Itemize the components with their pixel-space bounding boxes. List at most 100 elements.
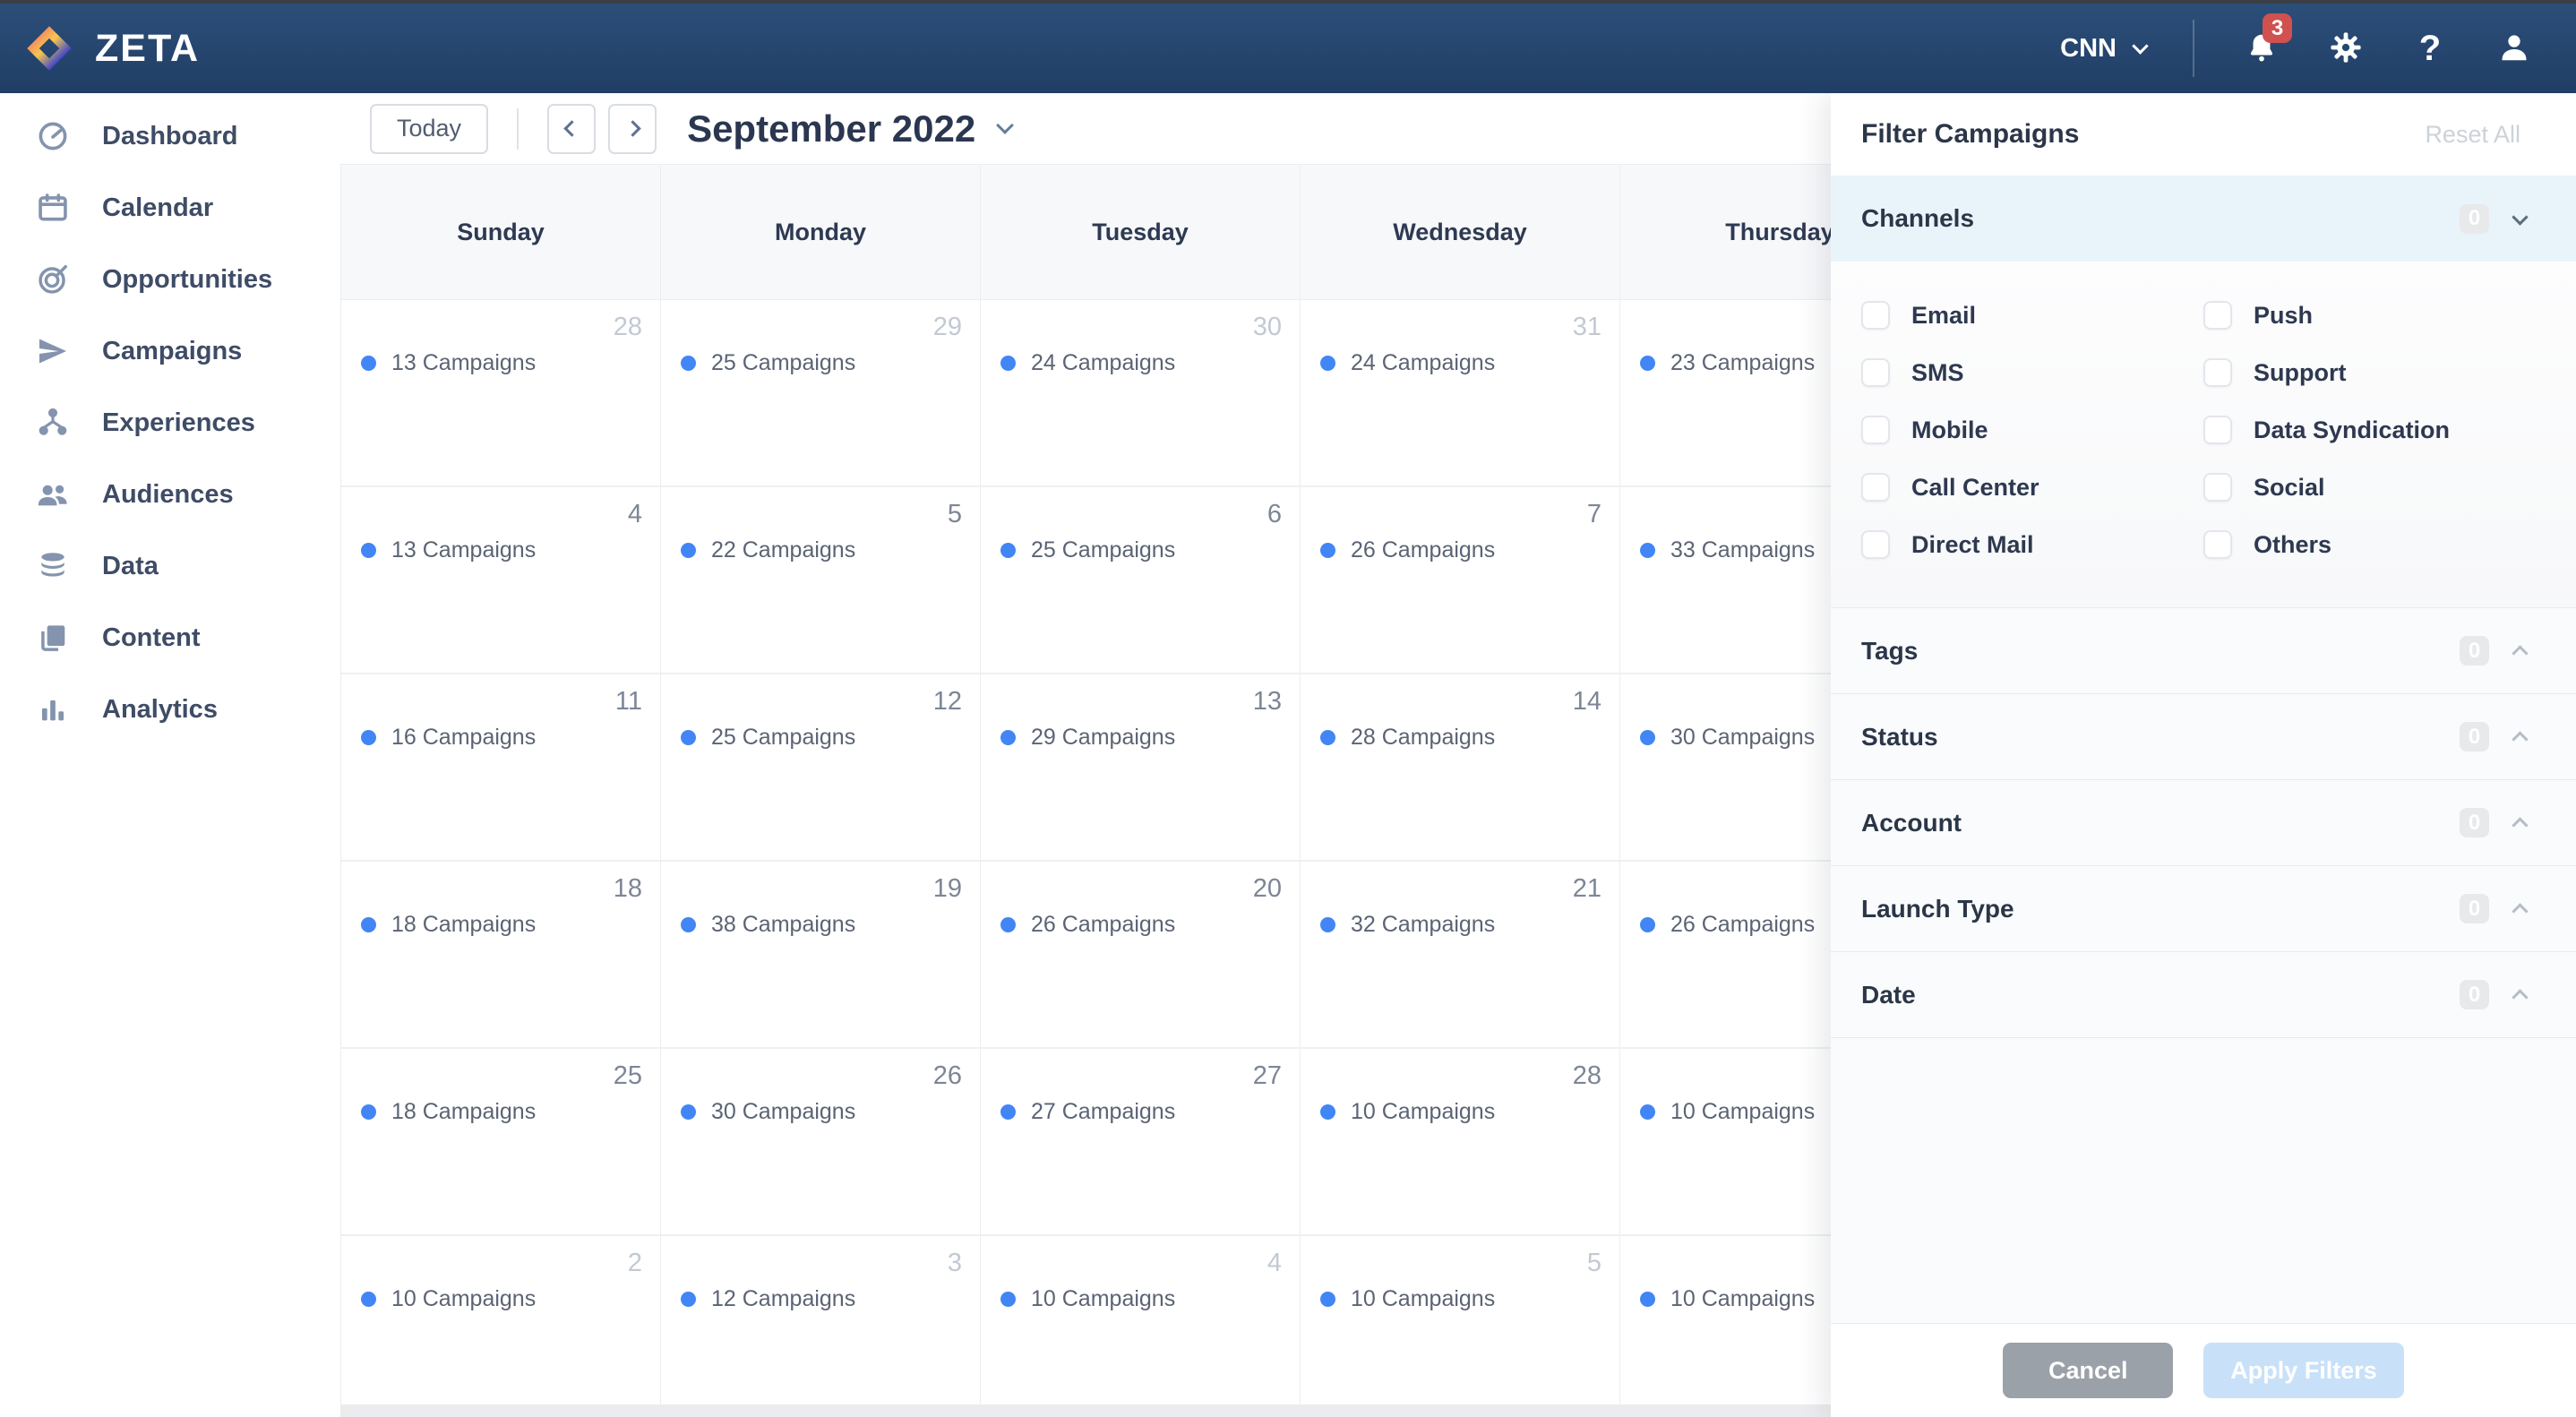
sidebar-item-audiences[interactable]: Audiences — [0, 459, 340, 530]
section-date[interactable]: Date0 — [1831, 951, 2576, 1038]
month-selector[interactable]: September 2022 — [687, 107, 1011, 150]
campaign-entry[interactable]: 13 Campaigns — [361, 537, 536, 563]
campaign-entry[interactable]: 30 Campaigns — [1640, 725, 1815, 751]
channel-option-email[interactable]: Email — [1861, 301, 2203, 330]
calendar-day-cell[interactable]: 2630 Campaigns — [661, 1049, 981, 1234]
checkbox-others[interactable] — [2203, 530, 2232, 559]
calendar-day-cell[interactable]: 1329 Campaigns — [981, 674, 1301, 860]
campaign-entry[interactable]: 23 Campaigns — [1640, 350, 1815, 376]
calendar-day-cell[interactable]: 522 Campaigns — [661, 487, 981, 673]
campaign-entry[interactable]: 33 Campaigns — [1640, 537, 1815, 563]
channel-option-push[interactable]: Push — [2203, 301, 2546, 330]
campaign-entry[interactable]: 18 Campaigns — [361, 912, 536, 938]
campaign-entry[interactable]: 27 Campaigns — [1000, 1099, 1175, 1125]
checkbox-email[interactable] — [1861, 301, 1890, 330]
checkbox-call-center[interactable] — [1861, 473, 1890, 502]
account-selector[interactable]: CNN — [2060, 34, 2146, 64]
channel-option-mobile[interactable]: Mobile — [1861, 416, 2203, 444]
campaign-entry[interactable]: 16 Campaigns — [361, 725, 536, 751]
campaign-entry[interactable]: 22 Campaigns — [681, 537, 855, 563]
campaign-entry[interactable]: 26 Campaigns — [1640, 912, 1815, 938]
calendar-day-cell[interactable]: 410 Campaigns — [981, 1236, 1301, 1404]
campaign-entry[interactable]: 26 Campaigns — [1320, 537, 1495, 563]
campaign-entry[interactable]: 10 Campaigns — [1640, 1286, 1815, 1312]
campaign-entry[interactable]: 10 Campaigns — [1640, 1099, 1815, 1125]
sidebar-item-content[interactable]: Content — [0, 602, 340, 674]
calendar-day-cell[interactable]: 2518 Campaigns — [341, 1049, 661, 1234]
campaign-entry[interactable]: 24 Campaigns — [1000, 350, 1175, 376]
calendar-day-cell[interactable]: 2810 Campaigns — [1301, 1049, 1620, 1234]
calendar-day-cell[interactable]: 3024 Campaigns — [981, 300, 1301, 485]
channel-option-support[interactable]: Support — [2203, 358, 2546, 387]
brand[interactable]: ZETA — [25, 24, 200, 73]
section-channels[interactable]: Channels 0 — [1831, 176, 2576, 262]
checkbox-support[interactable] — [2203, 358, 2232, 387]
checkbox-social[interactable] — [2203, 473, 2232, 502]
calendar-day-cell[interactable]: 726 Campaigns — [1301, 487, 1620, 673]
calendar-day-cell[interactable]: 2132 Campaigns — [1301, 862, 1620, 1047]
campaign-entry[interactable]: 10 Campaigns — [1000, 1286, 1175, 1312]
calendar-day-cell[interactable]: 312 Campaigns — [661, 1236, 981, 1404]
channel-option-others[interactable]: Others — [2203, 530, 2546, 559]
checkbox-mobile[interactable] — [1861, 416, 1890, 444]
calendar-day-cell[interactable]: 1225 Campaigns — [661, 674, 981, 860]
campaign-entry[interactable]: 32 Campaigns — [1320, 912, 1495, 938]
calendar-day-cell[interactable]: 2925 Campaigns — [661, 300, 981, 485]
cancel-button[interactable]: Cancel — [2003, 1343, 2173, 1398]
today-button[interactable]: Today — [370, 104, 488, 154]
calendar-day-cell[interactable]: 3124 Campaigns — [1301, 300, 1620, 485]
calendar-day-cell[interactable]: 625 Campaigns — [981, 487, 1301, 673]
checkbox-direct-mail[interactable] — [1861, 530, 1890, 559]
campaign-entry[interactable]: 13 Campaigns — [361, 350, 536, 376]
channel-option-data-syndication[interactable]: Data Syndication — [2203, 416, 2546, 444]
sidebar-item-calendar[interactable]: Calendar — [0, 172, 340, 244]
sidebar-item-campaigns[interactable]: Campaigns — [0, 315, 340, 387]
campaign-entry[interactable]: 18 Campaigns — [361, 1099, 536, 1125]
calendar-day-cell[interactable]: 2813 Campaigns — [341, 300, 661, 485]
settings-button[interactable] — [2325, 28, 2366, 69]
reset-all-link[interactable]: Reset All — [2425, 121, 2520, 149]
section-account[interactable]: Account0 — [1831, 779, 2576, 865]
section-tags[interactable]: Tags0 — [1831, 607, 2576, 693]
calendar-day-cell[interactable]: 2026 Campaigns — [981, 862, 1301, 1047]
campaign-entry[interactable]: 25 Campaigns — [681, 725, 855, 751]
checkbox-sms[interactable] — [1861, 358, 1890, 387]
campaign-entry[interactable]: 30 Campaigns — [681, 1099, 855, 1125]
next-month-button[interactable] — [608, 104, 657, 154]
calendar-day-cell[interactable]: 1116 Campaigns — [341, 674, 661, 860]
help-button[interactable]: ? — [2409, 28, 2451, 69]
campaign-entry[interactable]: 26 Campaigns — [1000, 912, 1175, 938]
campaign-entry[interactable]: 38 Campaigns — [681, 912, 855, 938]
sidebar-item-dashboard[interactable]: Dashboard — [0, 100, 340, 172]
profile-button[interactable] — [2494, 28, 2535, 69]
channel-option-direct-mail[interactable]: Direct Mail — [1861, 530, 2203, 559]
campaign-entry[interactable]: 10 Campaigns — [361, 1286, 536, 1312]
calendar-day-cell[interactable]: 1938 Campaigns — [661, 862, 981, 1047]
checkbox-push[interactable] — [2203, 301, 2232, 330]
campaign-entry[interactable]: 12 Campaigns — [681, 1286, 855, 1312]
sidebar-item-data[interactable]: Data — [0, 530, 340, 602]
calendar-day-cell[interactable]: 1818 Campaigns — [341, 862, 661, 1047]
calendar-day-cell[interactable]: 413 Campaigns — [341, 487, 661, 673]
channel-option-social[interactable]: Social — [2203, 473, 2546, 502]
sidebar-item-analytics[interactable]: Analytics — [0, 674, 340, 745]
checkbox-data-syndication[interactable] — [2203, 416, 2232, 444]
campaign-entry[interactable]: 29 Campaigns — [1000, 725, 1175, 751]
sidebar-item-experiences[interactable]: Experiences — [0, 387, 340, 459]
calendar-day-cell[interactable]: 210 Campaigns — [341, 1236, 661, 1404]
campaign-entry[interactable]: 28 Campaigns — [1320, 725, 1495, 751]
calendar-day-cell[interactable]: 1428 Campaigns — [1301, 674, 1620, 860]
section-launch-type[interactable]: Launch Type0 — [1831, 865, 2576, 951]
section-status[interactable]: Status0 — [1831, 693, 2576, 779]
calendar-day-cell[interactable]: 510 Campaigns — [1301, 1236, 1620, 1404]
notifications-button[interactable]: 3 — [2241, 28, 2282, 69]
campaign-entry[interactable]: 10 Campaigns — [1320, 1286, 1495, 1312]
prev-month-button[interactable] — [547, 104, 596, 154]
calendar-day-cell[interactable]: 2727 Campaigns — [981, 1049, 1301, 1234]
campaign-entry[interactable]: 25 Campaigns — [681, 350, 855, 376]
channel-option-sms[interactable]: SMS — [1861, 358, 2203, 387]
apply-filters-button[interactable]: Apply Filters — [2203, 1343, 2404, 1398]
channel-option-call-center[interactable]: Call Center — [1861, 473, 2203, 502]
sidebar-item-opportunities[interactable]: Opportunities — [0, 244, 340, 315]
campaign-entry[interactable]: 24 Campaigns — [1320, 350, 1495, 376]
